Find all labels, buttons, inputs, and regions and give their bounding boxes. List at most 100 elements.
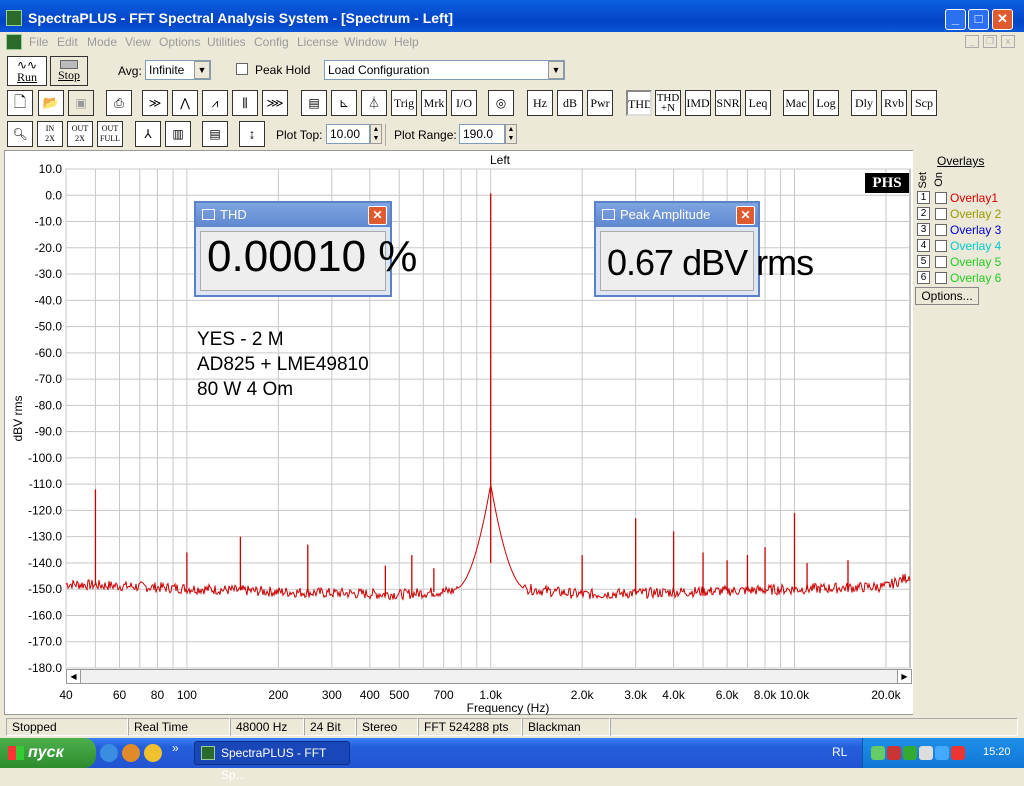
security-icon[interactable] bbox=[887, 746, 901, 760]
time-series-button[interactable]: ≫ bbox=[142, 90, 168, 116]
print-button[interactable]: ⎙ bbox=[106, 90, 132, 116]
avg-select[interactable]: Infinite ▼ bbox=[145, 60, 211, 80]
maximize-button[interactable]: □ bbox=[968, 9, 989, 30]
bluetooth-icon[interactable] bbox=[935, 746, 949, 760]
stop-button[interactable]: Stop bbox=[50, 56, 88, 86]
scroll-right-icon[interactable]: ▶ bbox=[897, 670, 911, 683]
update-icon[interactable] bbox=[903, 746, 917, 760]
overlay-on-checkbox[interactable] bbox=[935, 240, 947, 252]
snr-button[interactable]: SNR bbox=[715, 90, 741, 116]
spectrum-chart[interactable]: 10.0 0.0 -10.0 -20.0 -30.0 -40.0 -50.0 -60.0 -70… bbox=[5, 151, 915, 716]
plot-top-spinner[interactable]: ▲ ▼ bbox=[370, 124, 382, 144]
ie-icon[interactable] bbox=[100, 744, 118, 762]
chevron-down-icon[interactable]: ▼ bbox=[194, 61, 210, 79]
start-button[interactable]: пуск bbox=[0, 738, 96, 768]
overlay-name[interactable]: Overlay 6 bbox=[950, 271, 1001, 285]
overlay-on-checkbox[interactable] bbox=[935, 208, 947, 220]
menu-edit[interactable]: Edit bbox=[57, 35, 78, 49]
overlay-row[interactable]: 3 Overlay 3 bbox=[917, 222, 1021, 237]
new-file-button[interactable]: 🗋 bbox=[7, 90, 33, 116]
overlay-set-button[interactable]: 6 bbox=[917, 271, 930, 284]
overlay-set-button[interactable]: 3 bbox=[917, 223, 930, 236]
thd-button[interactable]: THD bbox=[626, 90, 652, 116]
imd-button[interactable]: IMD bbox=[685, 90, 711, 116]
peak-hold-checkbox[interactable] bbox=[236, 63, 248, 75]
plot-range-spinner[interactable]: ▲ ▼ bbox=[505, 124, 517, 144]
menu-license[interactable]: License bbox=[297, 35, 338, 49]
minimize-button[interactable]: _ bbox=[945, 9, 966, 30]
network-icon[interactable] bbox=[871, 746, 885, 760]
bar-graph-button[interactable]: ▥ bbox=[165, 121, 191, 147]
db-button[interactable]: dB bbox=[557, 90, 583, 116]
menu-config[interactable]: Config bbox=[254, 35, 289, 49]
volume-icon[interactable] bbox=[919, 746, 933, 760]
plot-range-input[interactable]: 190.0 bbox=[459, 124, 505, 144]
overlay-row[interactable]: 5 Overlay 5 bbox=[917, 254, 1021, 269]
hz-button[interactable]: Hz bbox=[527, 90, 553, 116]
zoom-in-2x-button[interactable]: IN 2X bbox=[37, 121, 63, 147]
close-icon[interactable]: ✕ bbox=[736, 206, 755, 225]
spectrum-plot-panel[interactable]: 10.0 0.0 -10.0 -20.0 -30.0 -40.0 -50.0 -60.0 -70… bbox=[4, 150, 914, 715]
chevron-down-icon[interactable]: ▼ bbox=[548, 61, 564, 79]
close-button[interactable]: ✕ bbox=[992, 9, 1013, 30]
overlay-row[interactable]: 2 Overlay 2 bbox=[917, 206, 1021, 221]
zoom-out-2x-button[interactable]: OUT 2X bbox=[67, 121, 93, 147]
horizontal-scrollbar[interactable]: ◀ ▶ bbox=[66, 669, 912, 684]
overlay-set-button[interactable]: 2 bbox=[917, 207, 930, 220]
overlay-row[interactable]: 1 Overlay1 bbox=[917, 190, 1021, 205]
trig-button[interactable]: Trig bbox=[391, 90, 417, 116]
overlay-set-button[interactable]: 4 bbox=[917, 239, 930, 252]
overlay-row[interactable]: 6 Overlay 6 bbox=[917, 270, 1021, 285]
thd-meter-title[interactable]: THD bbox=[196, 203, 390, 227]
language-indicator[interactable]: RL bbox=[832, 745, 847, 759]
menu-mode[interactable]: Mode bbox=[87, 35, 117, 49]
zoom-button[interactable]: 🔍︎ bbox=[7, 121, 33, 147]
menu-utilities[interactable]: Utilities bbox=[207, 35, 246, 49]
peak-amplitude-meter-window[interactable]: Peak Amplitude ✕ 0.67 dBV rms bbox=[594, 201, 814, 297]
overlay-name[interactable]: Overlay 2 bbox=[950, 207, 1001, 221]
overlay-on-checkbox[interactable] bbox=[935, 256, 947, 268]
taskbar-item-spectraplus[interactable]: SpectraPLUS - FFT Sp... bbox=[194, 741, 350, 782]
menu-options[interactable]: Options bbox=[159, 35, 200, 49]
document-icon[interactable] bbox=[6, 34, 22, 50]
marker-button[interactable]: Mrk bbox=[421, 90, 447, 116]
pwr-button[interactable]: Pwr bbox=[587, 90, 613, 116]
mail-icon[interactable] bbox=[144, 744, 162, 762]
open-file-button[interactable]: 📂 bbox=[38, 90, 64, 116]
run-button[interactable]: ∿∿ Run bbox=[7, 56, 47, 86]
quicklaunch-chevron[interactable]: » bbox=[172, 741, 179, 755]
app-icon[interactable] bbox=[6, 10, 22, 26]
reverb-button[interactable]: Rvb bbox=[881, 90, 907, 116]
scope-button[interactable]: Scp bbox=[911, 90, 937, 116]
overlay-on-checkbox[interactable] bbox=[935, 224, 947, 236]
menu-window[interactable]: Window bbox=[344, 35, 387, 49]
zoom-full-button[interactable]: OUT FULL bbox=[97, 121, 123, 147]
overlay-name[interactable]: Overlay1 bbox=[950, 191, 998, 205]
mdi-restore-button[interactable]: ❐ bbox=[983, 35, 997, 48]
close-icon[interactable]: ✕ bbox=[368, 206, 387, 225]
calibration-button[interactable]: ⏃ bbox=[361, 90, 387, 116]
thdn-button[interactable]: THD +N bbox=[655, 90, 681, 116]
explorer-icon[interactable] bbox=[122, 744, 140, 762]
thd-meter-window[interactable]: THD ✕ 0.00010 % bbox=[194, 201, 417, 297]
data-table-button[interactable]: ▤ bbox=[202, 121, 228, 147]
overlay-name[interactable]: Overlay 4 bbox=[950, 239, 1001, 253]
antivirus-icon[interactable] bbox=[951, 746, 965, 760]
leq-button[interactable]: Leq bbox=[745, 90, 771, 116]
settings-button[interactable]: ▤ bbox=[301, 90, 327, 116]
plot-top-input[interactable]: 10.00 bbox=[326, 124, 370, 144]
menu-help[interactable]: Help bbox=[394, 35, 419, 49]
overlay-name[interactable]: Overlay 5 bbox=[950, 255, 1001, 269]
3d-surface-button[interactable]: ⋙ bbox=[262, 90, 288, 116]
overlay-on-checkbox[interactable] bbox=[935, 272, 947, 284]
delay-button[interactable]: Dly bbox=[851, 90, 877, 116]
mdi-minimize-button[interactable]: _ bbox=[965, 35, 979, 48]
io-button[interactable]: I/O bbox=[451, 90, 477, 116]
overlay-name[interactable]: Overlay 3 bbox=[950, 223, 1001, 237]
peak-marker-button[interactable]: ⅄ bbox=[135, 121, 161, 147]
scale-button[interactable]: ⊾ bbox=[331, 90, 357, 116]
spectrum-button[interactable]: ⋀ bbox=[172, 90, 198, 116]
autoscale-button[interactable]: ↨ bbox=[239, 121, 265, 147]
scroll-left-icon[interactable]: ◀ bbox=[67, 670, 81, 683]
macro-button[interactable]: Mac bbox=[783, 90, 809, 116]
